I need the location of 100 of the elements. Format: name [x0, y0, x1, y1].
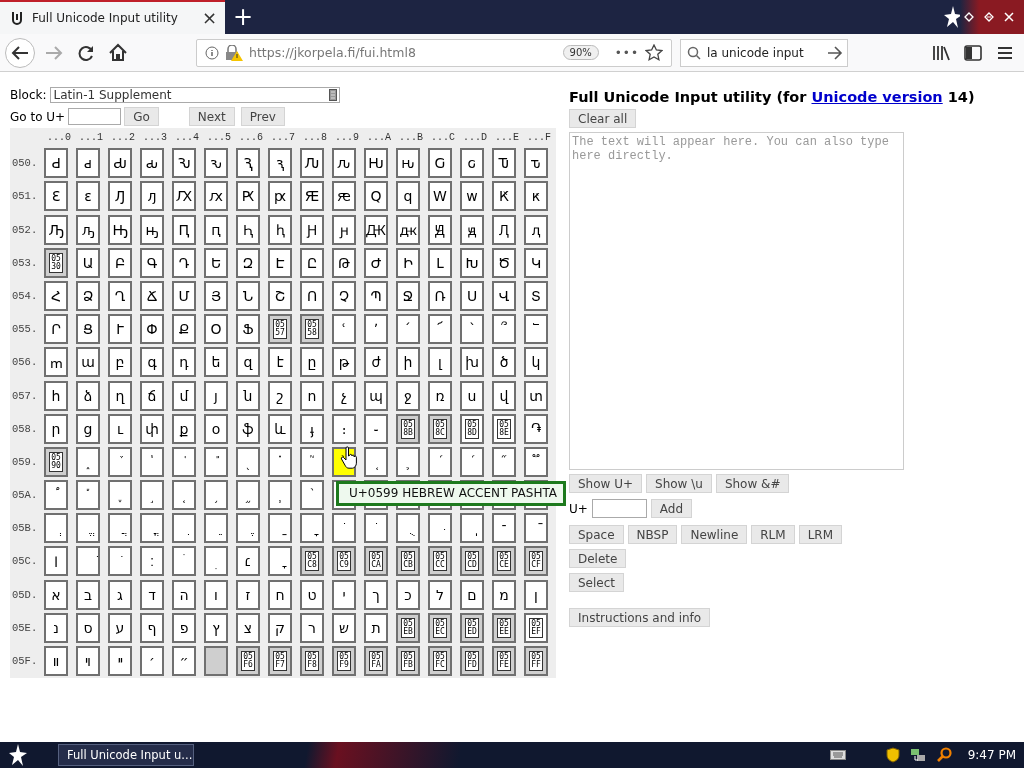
character-cell[interactable]: Ԫ: [364, 214, 388, 245]
character-cell[interactable]: ֣: [140, 480, 164, 511]
menu-icon[interactable]: [996, 44, 1014, 61]
library-icon[interactable]: [932, 44, 950, 61]
character-cell[interactable]: ԑ: [76, 181, 100, 212]
character-cell[interactable]: Ԙ: [300, 181, 324, 212]
character-cell[interactable]: 05 8E: [492, 413, 516, 444]
character-cell[interactable]: ֔: [172, 446, 196, 477]
character-cell[interactable]: ֜: [428, 446, 452, 477]
character-cell[interactable]: ל: [428, 579, 452, 610]
character-cell[interactable]: ֛: [396, 446, 420, 477]
character-cell[interactable]: ԗ: [268, 181, 292, 212]
character-cell[interactable]: ս: [460, 380, 484, 411]
character-cell[interactable]: ճ: [140, 380, 164, 411]
character-cell[interactable]: צ: [236, 612, 260, 643]
character-cell[interactable]: 05 F6: [236, 646, 260, 676]
character-cell[interactable]: ՚: [364, 314, 388, 345]
character-cell[interactable]: 05 EC: [428, 612, 452, 643]
character-cell[interactable]: ז: [236, 579, 260, 610]
character-cell[interactable]: ו: [204, 579, 228, 610]
character-cell[interactable]: ֿ: [524, 513, 548, 544]
character-cell[interactable]: 05 CB: [396, 546, 420, 577]
character-cell[interactable]: ֲ: [108, 513, 132, 544]
character-cell[interactable]: ԃ: [140, 148, 164, 179]
character-cell[interactable]: װ: [44, 646, 68, 676]
character-cell[interactable]: և: [268, 413, 292, 444]
character-cell[interactable]: 05 58: [300, 314, 324, 345]
character-cell[interactable]: ׁ: [76, 546, 100, 577]
character-cell[interactable]: ի: [396, 347, 420, 378]
character-cell[interactable]: ֟: [524, 446, 548, 477]
character-cell[interactable]: [204, 646, 228, 676]
add-code-field[interactable]: [591, 499, 647, 518]
character-cell[interactable]: Մ: [172, 280, 196, 311]
character-cell[interactable]: Խ: [460, 247, 484, 278]
character-cell[interactable]: ֈ: [300, 413, 324, 444]
character-cell[interactable]: ־: [492, 513, 516, 544]
character-cell[interactable]: 05 8B: [396, 413, 420, 444]
lock-warning-icon[interactable]: [225, 44, 243, 61]
character-cell[interactable]: Օ: [204, 314, 228, 345]
character-cell[interactable]: ֺ: [364, 513, 388, 544]
character-cell[interactable]: Ձ: [76, 280, 100, 311]
character-cell[interactable]: ״: [172, 646, 196, 676]
character-cell[interactable]: ԏ: [524, 148, 548, 179]
character-cell[interactable]: ԉ: [332, 148, 356, 179]
character-cell[interactable]: ԝ: [460, 181, 484, 212]
shield-icon[interactable]: [885, 747, 900, 763]
character-cell[interactable]: ן: [524, 579, 548, 610]
character-cell[interactable]: Կ: [524, 247, 548, 278]
character-cell[interactable]: հ: [44, 380, 68, 411]
character-cell[interactable]: 05 EF: [524, 612, 548, 643]
page-nav-button[interactable]: Prev: [240, 107, 285, 126]
character-cell[interactable]: մ: [172, 380, 196, 411]
character-cell[interactable]: Ԏ: [492, 148, 516, 179]
character-cell[interactable]: ՛: [396, 314, 420, 345]
character-cell[interactable]: ՝: [460, 314, 484, 345]
character-cell[interactable]: պ: [364, 380, 388, 411]
character-cell[interactable]: ֑: [76, 446, 100, 477]
character-cell[interactable]: Ե: [204, 247, 228, 278]
character-cell[interactable]: 05 57: [268, 314, 292, 345]
character-cell[interactable]: ר: [300, 612, 324, 643]
keyboard-icon[interactable]: [829, 750, 846, 760]
character-cell[interactable]: ֞: [492, 446, 516, 477]
search-icon[interactable]: [935, 747, 952, 763]
character-cell[interactable]: Ր: [44, 314, 68, 345]
character-cell[interactable]: Ԩ: [300, 214, 324, 245]
character-cell[interactable]: 05 C9: [332, 546, 356, 577]
character-cell[interactable]: 05 F7: [268, 646, 292, 676]
character-cell[interactable]: լ: [428, 347, 452, 378]
insert-button[interactable]: RLM: [751, 525, 795, 544]
character-cell[interactable]: ץ: [204, 612, 228, 643]
character-cell[interactable]: Ԕ: [172, 181, 196, 212]
character-cell[interactable]: 05 30: [44, 247, 68, 278]
character-cell[interactable]: 05 CF: [524, 546, 548, 577]
character-cell[interactable]: 05 FA: [364, 646, 388, 676]
character-cell[interactable]: ֥: [204, 480, 228, 511]
character-cell[interactable]: ը: [300, 347, 324, 378]
character-cell[interactable]: Ԗ: [236, 181, 260, 212]
character-cell[interactable]: ԁ: [76, 148, 100, 179]
character-cell[interactable]: ק: [268, 612, 292, 643]
character-cell[interactable]: ԇ: [268, 148, 292, 179]
character-cell[interactable]: Ն: [236, 280, 260, 311]
character-cell[interactable]: Չ: [332, 280, 356, 311]
character-cell[interactable]: Ԯ: [492, 214, 516, 245]
new-tab-button[interactable]: +: [225, 0, 262, 34]
character-cell[interactable]: ԕ: [204, 181, 228, 212]
page-actions-button[interactable]: •••: [614, 45, 639, 60]
character-cell[interactable]: թ: [332, 347, 356, 378]
character-cell[interactable]: ֕: [204, 446, 228, 477]
character-cell[interactable]: 05 90: [44, 446, 68, 477]
character-cell[interactable]: Բ: [108, 247, 132, 278]
character-cell[interactable]: Ա: [76, 247, 100, 278]
character-cell[interactable]: չ: [332, 380, 356, 411]
character-cell[interactable]: ׇ: [268, 546, 292, 577]
character-cell[interactable]: 05 FC: [428, 646, 452, 676]
character-cell[interactable]: ָ: [300, 513, 324, 544]
character-cell[interactable]: ֊: [364, 413, 388, 444]
character-cell[interactable]: 05 8C: [428, 413, 452, 444]
character-cell[interactable]: Ԑ: [44, 181, 68, 212]
character-cell[interactable]: 05 FE: [492, 646, 516, 676]
character-cell[interactable]: Ս: [460, 280, 484, 311]
